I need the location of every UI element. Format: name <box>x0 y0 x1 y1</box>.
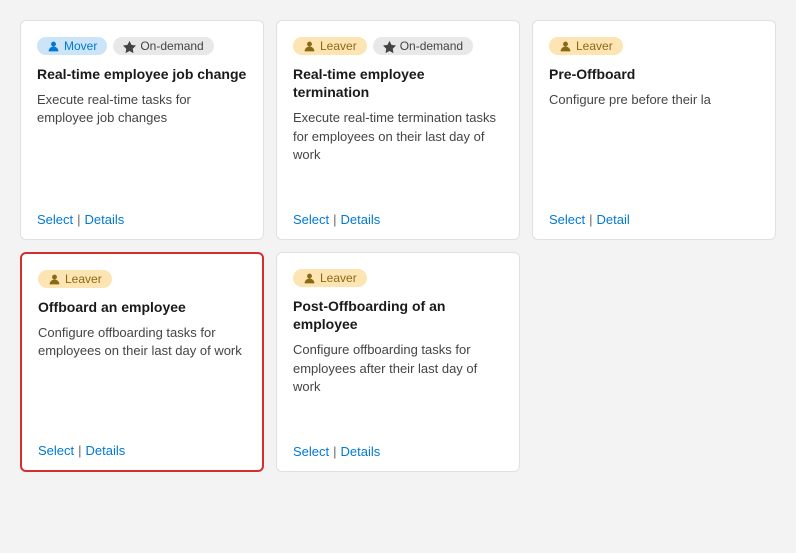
action-separator: | <box>333 212 336 227</box>
action-separator: | <box>589 212 592 227</box>
tag-label: On-demand <box>400 39 463 53</box>
details-link[interactable]: Detail <box>597 212 630 227</box>
tag-label: On-demand <box>140 39 203 53</box>
tag-label: Mover <box>64 39 97 53</box>
card-description: Execute real-time tasks for employee job… <box>37 91 247 198</box>
tag-leaver: Leaver <box>549 37 623 55</box>
action-separator: | <box>78 443 81 458</box>
card-description: Configure offboarding tasks for employee… <box>293 341 503 430</box>
tag-ondemand: On-demand <box>373 37 473 55</box>
tag-leaver: Leaver <box>293 269 367 287</box>
card-title: Post-Offboarding of an employee <box>293 297 503 333</box>
ondemand-icon <box>383 39 396 53</box>
card-card-1: Mover On-demand Real-time employee job cha… <box>20 20 264 240</box>
tag-label: Leaver <box>320 271 357 285</box>
details-link[interactable]: Details <box>85 212 125 227</box>
card-tags: Leaver <box>38 270 246 288</box>
select-link[interactable]: Select <box>549 212 585 227</box>
mover-icon <box>47 39 60 53</box>
card-actions: Select | Detail <box>549 212 759 227</box>
card-title: Offboard an employee <box>38 298 246 316</box>
card-grid: Mover On-demand Real-time employee job cha… <box>20 20 776 472</box>
tag-ondemand: On-demand <box>113 37 213 55</box>
card-card-3: Leaver Pre-Offboard Configure pre before t… <box>532 20 776 240</box>
card-title: Real-time employee termination <box>293 65 503 101</box>
ondemand-icon <box>123 39 136 53</box>
card-actions: Select | Details <box>37 212 247 227</box>
select-link[interactable]: Select <box>293 444 329 459</box>
card-title: Pre-Offboard <box>549 65 759 83</box>
tag-mover: Mover <box>37 37 107 55</box>
details-link[interactable]: Details <box>341 444 381 459</box>
select-link[interactable]: Select <box>38 443 74 458</box>
tag-leaver: Leaver <box>38 270 112 288</box>
tag-label: Leaver <box>320 39 357 53</box>
action-separator: | <box>77 212 80 227</box>
card-description: Configure offboarding tasks for employee… <box>38 324 246 429</box>
card-title: Real-time employee job change <box>37 65 247 83</box>
main-container: Mover On-demand Real-time employee job cha… <box>8 8 788 545</box>
card-actions: Select | Details <box>38 443 246 458</box>
details-link[interactable]: Details <box>86 443 126 458</box>
card-tags: Leaver <box>293 269 503 287</box>
tag-leaver: Leaver <box>293 37 367 55</box>
card-tags: Leaver On-demand <box>293 37 503 55</box>
card-card-5: Leaver Post-Offboarding of an employee Con… <box>276 252 520 472</box>
card-tags: Leaver <box>549 37 759 55</box>
card-tags: Mover On-demand <box>37 37 247 55</box>
leaver-icon <box>303 271 316 285</box>
select-link[interactable]: Select <box>293 212 329 227</box>
leaver-icon <box>303 39 316 53</box>
leaver-icon <box>48 272 61 286</box>
tag-label: Leaver <box>576 39 613 53</box>
tag-label: Leaver <box>65 272 102 286</box>
card-card-4: Leaver Offboard an employee Configure offb… <box>20 252 264 472</box>
card-actions: Select | Details <box>293 212 503 227</box>
card-actions: Select | Details <box>293 444 503 459</box>
card-card-2: Leaver On-demand Real-time employee termin… <box>276 20 520 240</box>
card-description: Execute real-time termination tasks for … <box>293 109 503 198</box>
select-link[interactable]: Select <box>37 212 73 227</box>
leaver-icon <box>559 39 572 53</box>
card-description: Configure pre before their la <box>549 91 759 198</box>
action-separator: | <box>333 444 336 459</box>
details-link[interactable]: Details <box>341 212 381 227</box>
